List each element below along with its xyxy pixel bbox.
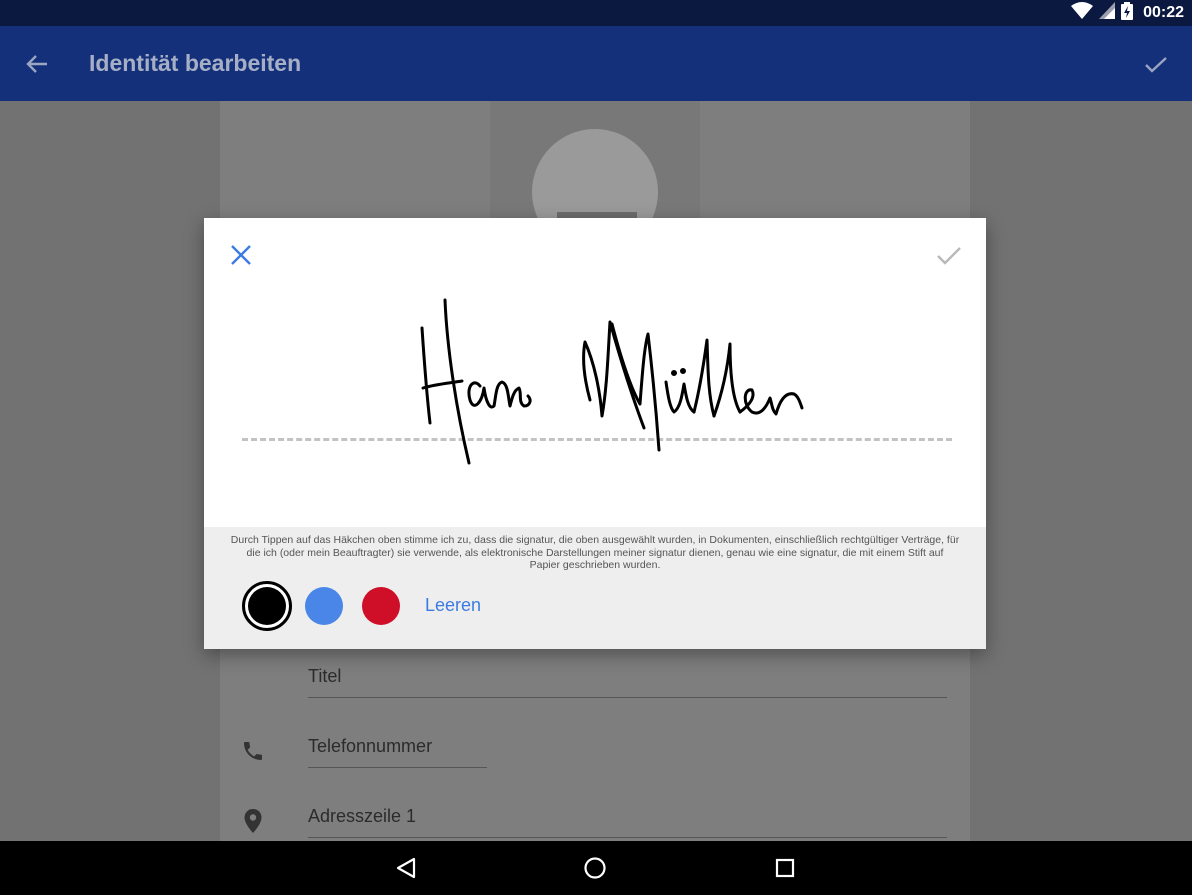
recents-square-icon[interactable]: [771, 854, 799, 882]
phone-icon: [240, 738, 266, 764]
signature-options: Durch Tippen auf das Häkchen oben stimme…: [204, 527, 986, 649]
location-pin-icon: [240, 808, 266, 834]
signal-icon: [1099, 2, 1116, 24]
signature-pad[interactable]: [204, 278, 986, 527]
status-icons: 00:22: [1071, 0, 1184, 26]
app-bar: Identität bearbeiten: [0, 26, 1192, 101]
signature-dialog: Durch Tippen auf das Häkchen oben stimme…: [204, 218, 986, 649]
legal-disclaimer: Durch Tippen auf das Häkchen oben stimme…: [230, 534, 960, 571]
wifi-icon: [1071, 1, 1094, 25]
check-icon[interactable]: [1138, 48, 1174, 82]
title-field[interactable]: Titel: [308, 666, 341, 687]
signature-drawing: [420, 298, 804, 465]
clear-button[interactable]: Leeren: [425, 595, 481, 616]
battery-charging-icon: [1121, 1, 1134, 25]
system-nav-bar: [0, 841, 1192, 895]
color-swatch-black[interactable]: [242, 581, 292, 631]
home-circle-icon[interactable]: [581, 854, 609, 882]
status-bar: 00:22: [0, 0, 1192, 26]
address-field-underline: [308, 837, 947, 838]
address-line-1-field[interactable]: Adresszeile 1: [308, 806, 416, 827]
back-triangle-icon[interactable]: [392, 854, 420, 882]
page-title: Identität bearbeiten: [89, 50, 302, 76]
color-swatch-blue[interactable]: [305, 587, 343, 625]
close-icon[interactable]: [226, 240, 256, 270]
phone-field-underline: [308, 767, 487, 768]
arrow-back-icon[interactable]: [20, 48, 54, 80]
check-icon[interactable]: [932, 240, 966, 272]
status-time: 00:22: [1143, 4, 1184, 21]
phone-field[interactable]: Telefonnummer: [308, 736, 432, 757]
title-field-underline: [308, 697, 947, 698]
color-swatch-red[interactable]: [362, 587, 400, 625]
